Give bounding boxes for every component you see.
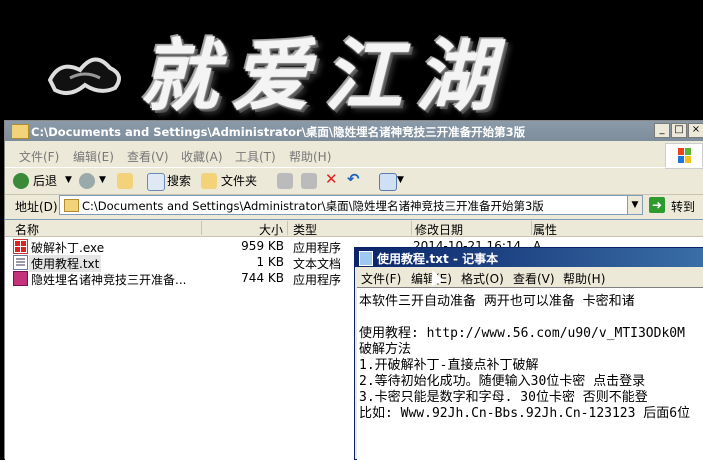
back-dropdown-icon[interactable]: ▼ xyxy=(65,175,72,185)
explorer-title-bar[interactable]: C:\Documents and Settings\Administrator\… xyxy=(5,121,703,141)
forward-arrow-icon[interactable] xyxy=(79,173,95,189)
column-header: 名称 大小 类型 修改日期 属性 xyxy=(5,220,703,237)
notepad-menu-format[interactable]: 格式(O) xyxy=(461,270,504,287)
windows-logo-icon xyxy=(665,143,703,169)
move-to-icon[interactable] xyxy=(277,173,293,189)
folders-icon[interactable] xyxy=(201,173,217,189)
back-button[interactable]: 后退 xyxy=(33,172,57,189)
file-size: 959 KB xyxy=(241,239,284,253)
up-folder-icon[interactable] xyxy=(117,173,133,189)
go-button[interactable]: ➜ 转到 xyxy=(647,195,703,215)
banner: 就爱江湖 xyxy=(0,0,703,126)
address-label: 地址(D) xyxy=(15,200,58,214)
go-arrow-icon: ➜ xyxy=(649,197,665,213)
flower-logo-icon xyxy=(47,57,121,96)
back-arrow-icon[interactable] xyxy=(13,173,29,189)
search-button[interactable]: 搜索 xyxy=(167,172,191,189)
explorer-toolbar: 后退 ▼ ▼ 搜索 文件夹 ✕ ↶ ▼ xyxy=(5,167,703,195)
notepad-icon xyxy=(359,251,373,266)
views-icon[interactable] xyxy=(379,173,397,191)
banner-logo-text: 就爱江湖 xyxy=(140,31,509,122)
notepad-title: 使用教程.txt - 记事本 xyxy=(377,252,499,266)
notepad-window: 使用教程.txt - 记事本 文件(F) 编辑(E) 格式(O) 查看(V) 帮… xyxy=(354,247,703,460)
notepad-menu-help[interactable]: 帮助(H) xyxy=(563,270,605,287)
folder-icon xyxy=(64,199,79,212)
column-date[interactable]: 修改日期 xyxy=(411,221,532,237)
column-attributes[interactable]: 属性 xyxy=(531,221,593,237)
notepad-text-area[interactable]: 本软件三开自动准备 两开也可以准备 卡密和诸 使用教程: http://www.… xyxy=(357,287,703,460)
text-line: 比如: Www.92Jh.Cn-Bbs.92Jh.Cn-123123 后面6位 xyxy=(359,406,691,421)
notepad-menu-view[interactable]: 查看(V) xyxy=(513,270,555,287)
forward-dropdown-icon[interactable]: ▼ xyxy=(99,175,106,185)
folder-icon xyxy=(11,124,29,139)
folders-button[interactable]: 文件夹 xyxy=(221,172,257,189)
file-size: 744 KB xyxy=(241,271,284,285)
notepad-menubar: 文件(F) 编辑(E) 格式(O) 查看(V) 帮助(H) xyxy=(355,267,703,287)
address-value: C:\Documents and Settings\Administrator\… xyxy=(82,199,544,213)
address-bar: 地址(D) C:\Documents and Settings\Administ… xyxy=(5,193,703,217)
menu-edit[interactable]: 编辑(E) xyxy=(73,148,114,165)
address-input[interactable]: C:\Documents and Settings\Administrator\… xyxy=(59,195,643,215)
maximize-button[interactable]: □ xyxy=(671,123,687,138)
file-size: 1 KB xyxy=(256,255,284,269)
file-type: 应用程序 xyxy=(293,273,342,287)
search-icon[interactable] xyxy=(147,173,165,191)
explorer-menubar: 文件(F) 编辑(E) 查看(V) 收藏(A) 工具(T) 帮助(H) xyxy=(5,145,703,165)
menu-view[interactable]: 查看(V) xyxy=(127,148,169,165)
notepad-title-bar[interactable]: 使用教程.txt - 记事本 xyxy=(355,248,703,267)
close-button[interactable]: × xyxy=(688,123,703,138)
column-type[interactable]: 类型 xyxy=(287,221,412,237)
text-line: 本软件三开自动准备 两开也可以准备 卡密和诸 xyxy=(359,294,635,309)
column-name[interactable]: 名称 xyxy=(5,221,202,237)
menu-tools[interactable]: 工具(T) xyxy=(235,148,276,165)
file-name: 隐姓埋名诸神竞技三开准备... xyxy=(31,273,187,287)
minimize-button[interactable]: _ xyxy=(654,123,670,138)
address-dropdown-icon[interactable]: ▼ xyxy=(627,195,643,215)
go-label: 转到 xyxy=(671,200,696,214)
delete-icon[interactable]: ✕ xyxy=(325,170,338,188)
column-size[interactable]: 大小 xyxy=(201,221,288,237)
menu-file[interactable]: 文件(F) xyxy=(19,148,59,165)
menu-help[interactable]: 帮助(H) xyxy=(289,148,331,165)
undo-icon[interactable]: ↶ xyxy=(347,170,360,188)
explorer-title: C:\Documents and Settings\Administrator\… xyxy=(31,125,526,139)
exe-icon xyxy=(13,239,28,254)
notepad-menu-file[interactable]: 文件(F) xyxy=(361,270,401,287)
app-icon xyxy=(13,271,28,286)
menu-favorites[interactable]: 收藏(A) xyxy=(181,148,223,165)
copy-to-icon[interactable] xyxy=(301,173,317,189)
text-file-icon xyxy=(13,255,28,270)
views-dropdown-icon[interactable]: ▼ xyxy=(397,175,404,185)
